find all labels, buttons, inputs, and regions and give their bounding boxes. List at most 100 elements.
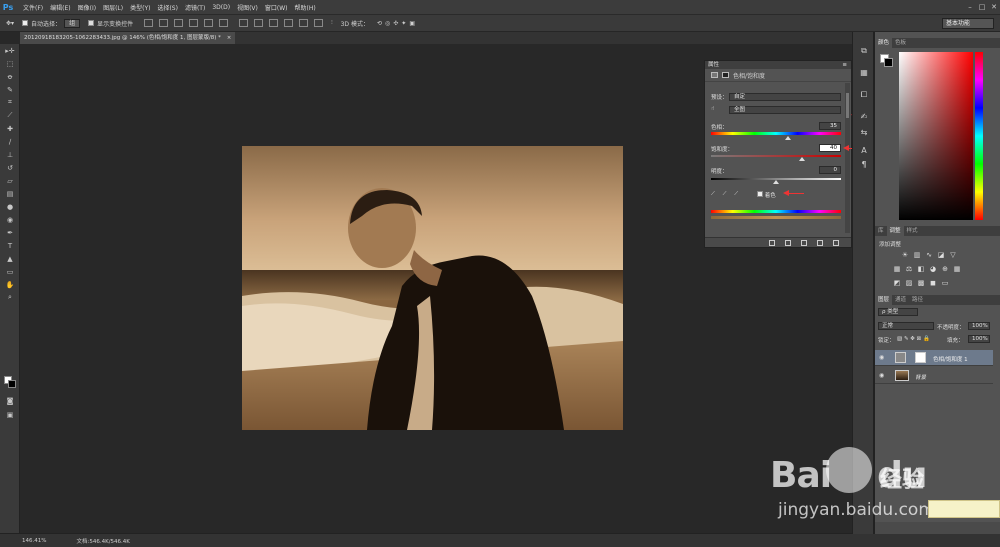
visibility-eye-icon[interactable]: ◉ [879, 355, 885, 361]
hue-slider-thumb[interactable] [785, 136, 792, 140]
color-hue-slider[interactable] [975, 52, 983, 220]
quick-mask-icon[interactable]: ◙ [0, 394, 20, 407]
auto-select-checkbox[interactable] [22, 20, 29, 26]
history-icon[interactable]: ⧉ [859, 46, 869, 55]
distribute-middle-icon[interactable] [254, 19, 264, 27]
targeted-adjust-icon[interactable]: ☝ [711, 106, 714, 112]
quick-select-tool-icon[interactable]: ✎ [0, 83, 20, 96]
tab-paths[interactable]: 路径 [909, 295, 926, 305]
auto-select-option[interactable]: 自动选择： 组 [22, 18, 81, 28]
brightness-icon[interactable]: ☀ [901, 252, 909, 259]
tab-libraries[interactable]: 库 [875, 226, 887, 236]
mask-icon[interactable] [722, 72, 729, 78]
saturation-value-field[interactable]: 40 [819, 144, 841, 152]
dodge-tool-icon[interactable]: ◉ [0, 213, 20, 226]
colorize-checkbox[interactable] [757, 191, 763, 197]
move-tool-icon[interactable]: ▸✛ [0, 44, 20, 57]
properties-scrollbar[interactable] [845, 83, 850, 233]
opacity-field[interactable]: 100% [968, 322, 990, 330]
channel-mixer-icon[interactable]: ⊕ [941, 266, 949, 273]
3d-slide-icon[interactable]: ✦ [401, 20, 406, 27]
photo-filter-icon[interactable]: ◕ [929, 266, 937, 273]
minimize-icon[interactable]: – [964, 0, 976, 14]
menu-edit[interactable]: 编辑(E) [50, 3, 70, 12]
lightness-value-field[interactable]: 0 [819, 166, 841, 174]
hand-tool-icon[interactable]: ✋ [0, 278, 20, 291]
color-lookup-icon[interactable]: ▦ [953, 266, 961, 273]
color-picker-field[interactable] [899, 52, 973, 220]
distribute-left-icon[interactable] [284, 19, 294, 27]
auto-align-icon[interactable]: ⫶ [331, 19, 333, 27]
gradient-tool-icon[interactable]: ▤ [0, 187, 20, 200]
align-top-icon[interactable] [144, 19, 154, 27]
layer-name[interactable]: 背景 [915, 373, 926, 381]
threshold-icon[interactable]: ▩ [917, 280, 925, 287]
exposure-icon[interactable]: ◪ [937, 252, 945, 259]
levels-icon[interactable]: ▥ [913, 252, 921, 259]
history-brush-icon[interactable]: ↺ [0, 161, 20, 174]
menu-help[interactable]: 帮助(H) [295, 3, 316, 12]
align-center-icon[interactable] [204, 19, 214, 27]
saturation-slider-thumb[interactable] [799, 157, 805, 161]
menu-type[interactable]: 类型(Y) [130, 3, 150, 12]
brush-presets-icon[interactable]: ✍ [859, 112, 869, 121]
posterize-icon[interactable]: ▨ [905, 280, 913, 287]
zoom-level[interactable]: 146.41% [22, 538, 46, 544]
eraser-tool-icon[interactable]: ▱ [0, 174, 20, 187]
layer-row-background[interactable]: ◉ 背景 [875, 368, 993, 384]
clip-to-layer-icon[interactable] [769, 240, 775, 246]
lasso-tool-icon[interactable]: ꝋ [0, 70, 20, 83]
move-tool-icon[interactable]: ✥▾ [6, 20, 14, 27]
pen-tool-icon[interactable]: ✒ [0, 226, 20, 239]
menu-window[interactable]: 窗口(W) [265, 3, 288, 12]
saturation-slider-track[interactable] [711, 155, 841, 157]
reset-icon[interactable] [801, 240, 807, 246]
layer-name[interactable]: 色相/饱和度 1 [933, 355, 968, 363]
show-transform-checkbox[interactable] [88, 20, 95, 26]
3d-rotate-icon[interactable]: ⟲ [377, 20, 382, 27]
document-tab[interactable]: 20120918183205-1062283433.jpg @ 146% (色相… [20, 32, 236, 44]
hue-sat-icon[interactable]: ▦ [893, 266, 901, 273]
tab-layers[interactable]: 图层 [875, 295, 893, 305]
selective-color-icon[interactable]: ◼ [929, 280, 937, 287]
close-tab-icon[interactable]: × [227, 35, 232, 41]
menu-layer[interactable]: 图层(L) [103, 3, 123, 12]
background-color-swatch[interactable] [8, 380, 16, 388]
hue-slider-track[interactable] [711, 132, 841, 135]
path-select-tool-icon[interactable]: ▲ [0, 252, 20, 265]
tab-adjustments[interactable]: 调整 [886, 226, 904, 236]
properties-scroll-thumb[interactable] [846, 93, 849, 118]
adjustment-icon[interactable] [711, 72, 718, 78]
eyedropper-plus-icon[interactable]: ⟋ [723, 191, 727, 197]
tab-channels[interactable]: 通道 [892, 295, 909, 305]
menu-filter[interactable]: 滤镜(T) [185, 3, 205, 12]
lightness-slider-thumb[interactable] [773, 180, 779, 184]
color-panel-background[interactable] [884, 58, 893, 67]
marquee-tool-icon[interactable]: ⬚ [0, 57, 20, 70]
layer-row-adjustment[interactable]: ◉ 色相/饱和度 1 [875, 350, 993, 366]
eyedropper-minus-icon[interactable]: ⟋ [734, 191, 738, 197]
distribute-bottom-icon[interactable] [269, 19, 279, 27]
properties-icon[interactable]: ▦ [859, 68, 869, 77]
3d-drag-icon[interactable]: ✣ [393, 20, 398, 27]
black-white-icon[interactable]: ◧ [917, 266, 925, 273]
hue-value-field[interactable]: 35 [819, 122, 841, 130]
shape-tool-icon[interactable]: ▭ [0, 265, 20, 278]
maximize-icon[interactable]: □ [976, 0, 988, 14]
colorize-option[interactable]: 着色 [757, 191, 776, 199]
distribute-right-icon[interactable] [314, 19, 324, 27]
blur-tool-icon[interactable]: ● [0, 200, 20, 213]
layer-mask-thumbnail[interactable] [915, 352, 926, 363]
menu-view[interactable]: 视图(V) [237, 3, 258, 12]
menu-3d[interactable]: 3D(D) [212, 4, 230, 11]
crop-tool-icon[interactable]: ⌗ [0, 96, 20, 109]
curves-icon[interactable]: ∿ [925, 252, 933, 259]
menu-file[interactable]: 文件(F) [23, 3, 43, 12]
align-right-icon[interactable] [219, 19, 229, 27]
tab-color[interactable]: 颜色 [875, 38, 893, 48]
fill-field[interactable]: 100% [968, 335, 990, 343]
tab-styles[interactable]: 样式 [904, 226, 921, 236]
align-bottom-icon[interactable] [174, 19, 184, 27]
screen-mode-icon[interactable]: ▣ [0, 408, 20, 421]
menu-image[interactable]: 图像(I) [78, 3, 96, 12]
